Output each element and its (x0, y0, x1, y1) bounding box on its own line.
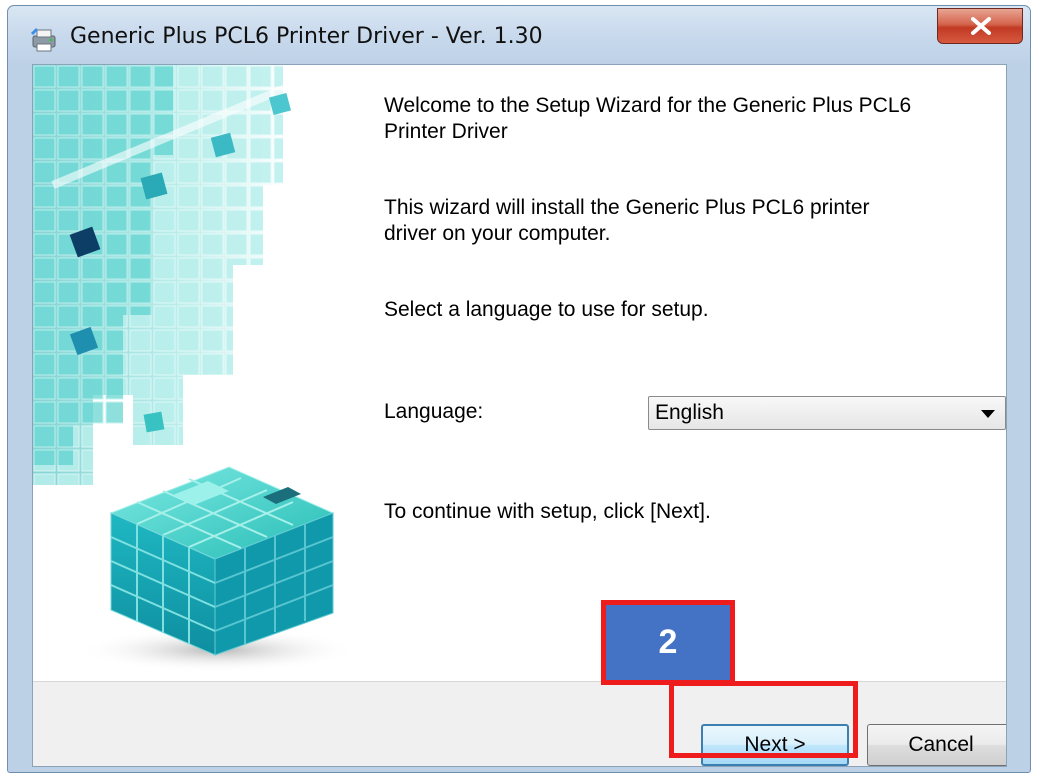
printer-setup-icon (31, 28, 56, 52)
setup-wizard-window: Generic Plus PCL6 Printer Driver - Ver. … (7, 5, 1031, 773)
wizard-client-area: Welcome to the Setup Wizard for the Gene… (32, 64, 1007, 767)
welcome-heading: Welcome to the Setup Wizard for the Gene… (384, 94, 912, 143)
chevron-down-icon (981, 410, 995, 418)
setup-banner-art (33, 65, 373, 685)
continue-instruction: To continue with setup, click [Next]. (384, 500, 711, 523)
button-bar: Next > Cancel (33, 681, 1006, 766)
cancel-button[interactable]: Cancel (867, 724, 1006, 766)
next-button-highlight (669, 681, 858, 758)
close-button[interactable] (937, 8, 1023, 44)
install-info-text: This wizard will install the Generic Plu… (384, 196, 870, 245)
select-language-instruction: Select a language to use for setup. (384, 298, 709, 321)
step-number-badge: 2 (601, 600, 735, 685)
title-bar[interactable]: Generic Plus PCL6 Printer Driver - Ver. … (8, 6, 1030, 64)
language-selected-value: English (655, 401, 724, 424)
language-dropdown[interactable]: English (648, 396, 1006, 430)
window-title: Generic Plus PCL6 Printer Driver - Ver. … (70, 24, 543, 49)
close-x-icon (971, 17, 991, 35)
language-label: Language: (384, 400, 484, 423)
